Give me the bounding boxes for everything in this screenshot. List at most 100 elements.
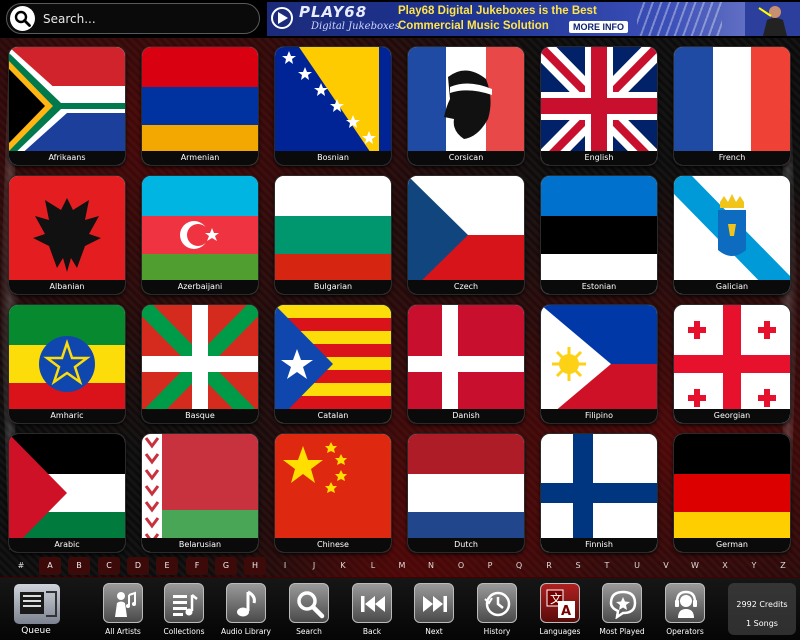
- alpha-filter-l[interactable]: L: [362, 557, 384, 575]
- language-label: Danish: [408, 409, 524, 423]
- alpha-filter-g[interactable]: G: [215, 557, 237, 575]
- language-label: Arabic: [9, 538, 125, 552]
- alpha-filter-m[interactable]: M: [391, 557, 413, 575]
- more-info-button[interactable]: MORE INFO: [569, 21, 628, 33]
- banner-tagline: Digital Jukeboxes: [311, 21, 400, 32]
- alpha-filter-o[interactable]: O: [450, 557, 472, 575]
- search-icon: [289, 583, 329, 623]
- alpha-filter-v[interactable]: V: [655, 557, 677, 575]
- alpha-filter-z[interactable]: Z: [772, 557, 794, 575]
- language-label: Georgian: [674, 409, 790, 423]
- alpha-filter-u[interactable]: U: [626, 557, 648, 575]
- languages-button[interactable]: 文A Languages: [531, 581, 589, 639]
- alpha-filter-k[interactable]: K: [332, 557, 354, 575]
- songs-count: 1 Songs: [746, 619, 778, 628]
- star-bubble-icon: [602, 583, 642, 623]
- language-tile-danish[interactable]: Danish: [408, 305, 524, 423]
- language-tile-finnish[interactable]: Finnish: [541, 434, 657, 552]
- palestine-flag-icon: [9, 434, 125, 552]
- alpha-filter-c[interactable]: C: [98, 557, 120, 575]
- language-tile-afrikaans[interactable]: Afrikaans: [9, 47, 125, 165]
- queue-icon: [14, 584, 60, 624]
- alpha-filter-a[interactable]: A: [39, 557, 61, 575]
- all-artists-button[interactable]: All Artists: [94, 581, 152, 639]
- language-label: Catalan: [275, 409, 391, 423]
- ad-banner[interactable]: PLAY68 Digital Jukeboxes Play68 Digital …: [267, 2, 800, 36]
- alpha-filter-t[interactable]: T: [596, 557, 618, 575]
- language-tile-basque[interactable]: Basque: [142, 305, 258, 423]
- language-label: Finnish: [541, 538, 657, 552]
- search-box[interactable]: [6, 3, 260, 34]
- language-tile-bulgarian[interactable]: Bulgarian: [275, 176, 391, 294]
- united-kingdom-flag-icon: [541, 47, 657, 165]
- language-tile-german[interactable]: German: [674, 434, 790, 552]
- language-tile-amharic[interactable]: Amharic: [9, 305, 125, 423]
- alpha-filter-h[interactable]: H: [244, 557, 266, 575]
- search-button[interactable]: Search: [280, 581, 338, 639]
- language-tile-filipino[interactable]: Filipino: [541, 305, 657, 423]
- language-tile-chinese[interactable]: Chinese: [275, 434, 391, 552]
- alpha-filter-j[interactable]: J: [303, 557, 325, 575]
- alpha-filter-f[interactable]: F: [186, 557, 208, 575]
- language-tile-georgian[interactable]: Georgian: [674, 305, 790, 423]
- language-tile-armenian[interactable]: Armenian: [142, 47, 258, 165]
- language-tile-azerbaijani[interactable]: Azerbaijani: [142, 176, 258, 294]
- alpha-filter-hash[interactable]: #: [10, 557, 32, 575]
- language-tile-albanian[interactable]: Albanian: [9, 176, 125, 294]
- alpha-filter-b[interactable]: B: [68, 557, 90, 575]
- language-tile-galician[interactable]: Galician: [674, 176, 790, 294]
- button-label: Collections: [163, 627, 205, 636]
- language-label: Dutch: [408, 538, 524, 552]
- queue-button[interactable]: Queue: [4, 582, 68, 638]
- alpha-filter-s[interactable]: S: [567, 557, 589, 575]
- south-africa-flag-icon: [9, 47, 125, 165]
- language-tile-catalan[interactable]: Catalan: [275, 305, 391, 423]
- language-tile-bosnian[interactable]: Bosnian: [275, 47, 391, 165]
- alpha-filter-n[interactable]: N: [420, 557, 442, 575]
- alpha-filter-x[interactable]: X: [714, 557, 736, 575]
- language-label: Chinese: [275, 538, 391, 552]
- armenia-flag-icon: [142, 47, 258, 165]
- back-button[interactable]: Back: [343, 581, 401, 639]
- history-icon: [477, 583, 517, 623]
- next-icon: [414, 583, 454, 623]
- alpha-filter-q[interactable]: Q: [508, 557, 530, 575]
- alpha-filter-d[interactable]: D: [127, 557, 149, 575]
- language-tile-czech[interactable]: Czech: [408, 176, 524, 294]
- language-tile-dutch[interactable]: Dutch: [408, 434, 524, 552]
- music-note-icon: [226, 583, 266, 623]
- denmark-flag-icon: [408, 305, 524, 423]
- button-label: Audio Library: [221, 627, 271, 636]
- language-tile-english[interactable]: English: [541, 47, 657, 165]
- alpha-filter-y[interactable]: Y: [743, 557, 765, 575]
- language-tile-belarusian[interactable]: Belarusian: [142, 434, 258, 552]
- philippines-flag-icon: [541, 305, 657, 423]
- alpha-filter-p[interactable]: P: [479, 557, 501, 575]
- language-label: Corsican: [408, 151, 524, 165]
- alpha-filter-e[interactable]: E: [156, 557, 178, 575]
- search-input[interactable]: [43, 8, 253, 30]
- alpha-filter-i[interactable]: I: [274, 557, 296, 575]
- azerbaijan-flag-icon: [142, 176, 258, 294]
- next-button[interactable]: Next: [405, 581, 463, 639]
- search-icon[interactable]: [10, 6, 35, 31]
- language-label: Czech: [408, 280, 524, 294]
- language-tile-arabic[interactable]: Arabic: [9, 434, 125, 552]
- alpha-filter-r[interactable]: R: [538, 557, 560, 575]
- alphabet-index: # A B C D E F G H I J K L M N O P Q R S …: [0, 557, 800, 577]
- translate-icon: 文A: [540, 583, 580, 623]
- language-tile-estonian[interactable]: Estonian: [541, 176, 657, 294]
- bosnia-flag-icon: [275, 47, 391, 165]
- audio-library-button[interactable]: Audio Library: [217, 581, 275, 639]
- headset-icon: [665, 583, 705, 623]
- history-button[interactable]: History: [468, 581, 526, 639]
- estonia-flag-icon: [541, 176, 657, 294]
- language-tile-french[interactable]: French: [674, 47, 790, 165]
- alpha-filter-w[interactable]: W: [684, 557, 706, 575]
- collections-button[interactable]: Collections: [155, 581, 213, 639]
- belarus-flag-icon: [142, 434, 258, 552]
- language-tile-corsican[interactable]: Corsican: [408, 47, 524, 165]
- most-played-button[interactable]: Most Played: [593, 581, 651, 639]
- georgia-flag-icon: [674, 305, 790, 423]
- operators-button[interactable]: Operators: [656, 581, 714, 639]
